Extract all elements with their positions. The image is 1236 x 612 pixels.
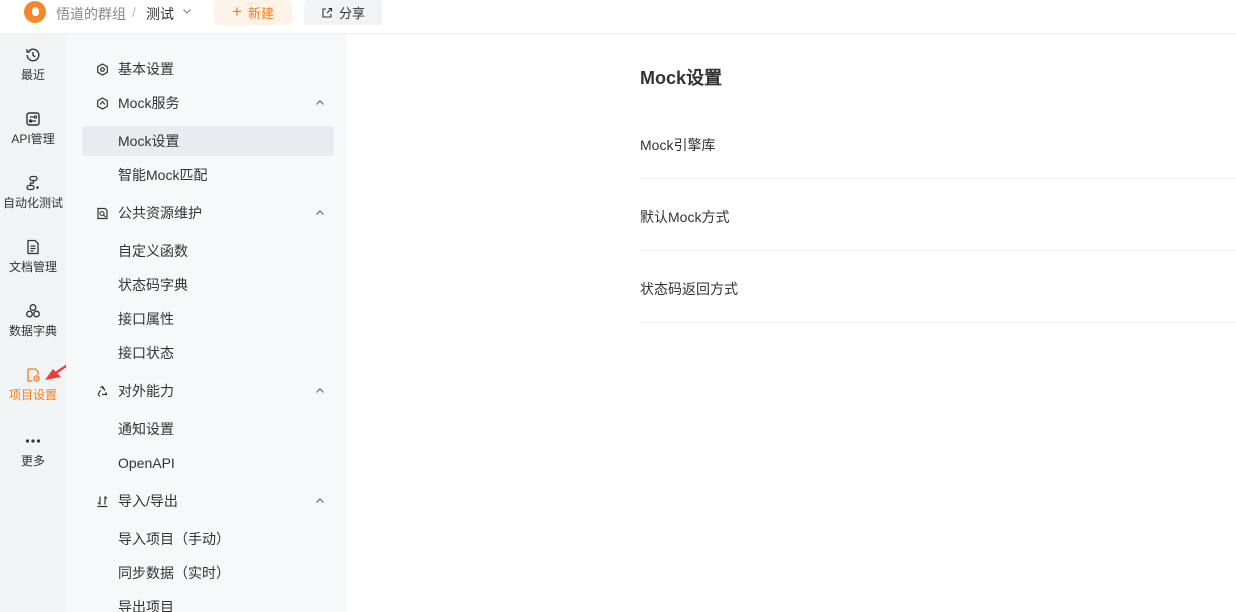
- plus-icon: +: [232, 2, 242, 21]
- new-button-label: 新建: [247, 6, 274, 21]
- rail-item-automation[interactable]: 自动化测试: [0, 174, 66, 226]
- nav-item-mock-settings[interactable]: Mock设置: [118, 131, 179, 151]
- mock-service-icon: [97, 96, 108, 110]
- chevron-up-icon[interactable]: [314, 385, 326, 397]
- setting-row-status-return[interactable]: 状态码返回方式: [640, 251, 1236, 323]
- rail-label-api: API管理: [11, 132, 55, 146]
- nav-item-export-project[interactable]: 导出项目: [118, 597, 174, 612]
- nav-label-public-resource: 公共资源维护: [118, 205, 202, 221]
- nav-item-openapi[interactable]: OpenAPI: [118, 453, 175, 473]
- rail-label-more: 更多: [20, 454, 45, 468]
- nav-item-basic[interactable]: 基本设置: [96, 57, 326, 81]
- rail-label-docs: 文档管理: [8, 260, 57, 274]
- icon-rail: 最近 API管理 自动化测试 文档管理 数据字典 项目设置 更多: [0, 34, 66, 612]
- setting-label-mock-engine: Mock引擎库: [640, 137, 716, 153]
- rail-label-recent: 最近: [20, 68, 45, 82]
- clock-icon: [26, 48, 40, 62]
- setting-row-mock-engine[interactable]: Mock引擎库: [640, 107, 1236, 179]
- nav-label-mock-service: Mock服务: [118, 95, 180, 111]
- nav-group-public-resource[interactable]: 公共资源维护: [96, 201, 326, 225]
- nav-group-mock-service[interactable]: Mock服务: [96, 91, 326, 115]
- chevron-up-icon[interactable]: [314, 207, 326, 219]
- breadcrumb-team[interactable]: 悟道的群组: [56, 4, 126, 24]
- nav-group-import-export[interactable]: 导入/导出: [96, 489, 326, 513]
- gear-icon: [97, 62, 108, 76]
- rail-label-project-settings: 项目设置: [8, 388, 57, 402]
- setting-row-default-mock[interactable]: 默认Mock方式: [640, 179, 1236, 251]
- chevron-down-icon[interactable]: [181, 5, 193, 17]
- new-button[interactable]: + 新建: [214, 0, 292, 25]
- page-title: Mock设置: [640, 68, 723, 88]
- nav-group-external[interactable]: 对外能力: [96, 379, 326, 403]
- rail-item-more[interactable]: 更多: [0, 432, 66, 484]
- project-settings-icon: [27, 368, 40, 382]
- nav-item-import-manual[interactable]: 导入项目（手动）: [118, 529, 230, 549]
- rail-label-automation: 自动化测试: [2, 196, 63, 210]
- resource-icon: [97, 207, 108, 219]
- nav-item-custom-function[interactable]: 自定义函数: [118, 241, 188, 261]
- breadcrumb-project[interactable]: 测试: [146, 4, 174, 24]
- api-icon: [26, 112, 40, 126]
- nav-label-import-export: 导入/导出: [118, 493, 178, 509]
- nav-item-sync-realtime[interactable]: 同步数据（实时）: [118, 563, 230, 583]
- share-button-label: 分享: [338, 6, 365, 21]
- doc-icon: [27, 239, 39, 255]
- nav-label-basic: 基本设置: [118, 61, 174, 77]
- top-bar: 悟道的群组 / 测试 + 新建 分享: [0, 0, 1236, 34]
- more-icon: [25, 439, 41, 443]
- rail-item-docs[interactable]: 文档管理: [0, 238, 66, 290]
- breadcrumb-separator: /: [132, 4, 136, 20]
- setting-label-status-return: 状态码返回方式: [640, 281, 738, 297]
- dictionary-icon: [26, 304, 40, 318]
- rail-label-dictionary: 数据字典: [8, 324, 57, 338]
- app-logo[interactable]: [24, 1, 46, 23]
- main-content: Mock设置 Mock引擎库 默认Mock方式 状态码返回方式: [346, 34, 1236, 612]
- recycle-icon: [97, 385, 108, 397]
- import-export-icon: [97, 495, 108, 507]
- nav-item-smart-mock[interactable]: 智能Mock匹配: [118, 165, 207, 185]
- nav-item-status-code-dict[interactable]: 状态码字典: [118, 275, 188, 295]
- rail-item-api[interactable]: API管理: [0, 110, 66, 162]
- chevron-up-icon[interactable]: [314, 495, 326, 507]
- setting-label-default-mock: 默认Mock方式: [640, 209, 730, 225]
- rail-item-dictionary[interactable]: 数据字典: [0, 302, 66, 354]
- settings-nav: 基本设置 Mock服务 Mock设置 智能Mock匹配 公共资源维护 自定义函数…: [66, 34, 346, 612]
- nav-item-api-attribute[interactable]: 接口属性: [118, 309, 174, 329]
- nav-item-api-status[interactable]: 接口状态: [118, 343, 174, 363]
- nav-item-notification[interactable]: 通知设置: [118, 419, 174, 439]
- nav-label-external: 对外能力: [118, 383, 174, 399]
- share-button[interactable]: 分享: [304, 0, 382, 25]
- flow-icon: [26, 175, 39, 191]
- share-icon: [322, 7, 333, 18]
- rail-item-recent[interactable]: 最近: [0, 46, 66, 98]
- chevron-up-icon[interactable]: [314, 97, 326, 109]
